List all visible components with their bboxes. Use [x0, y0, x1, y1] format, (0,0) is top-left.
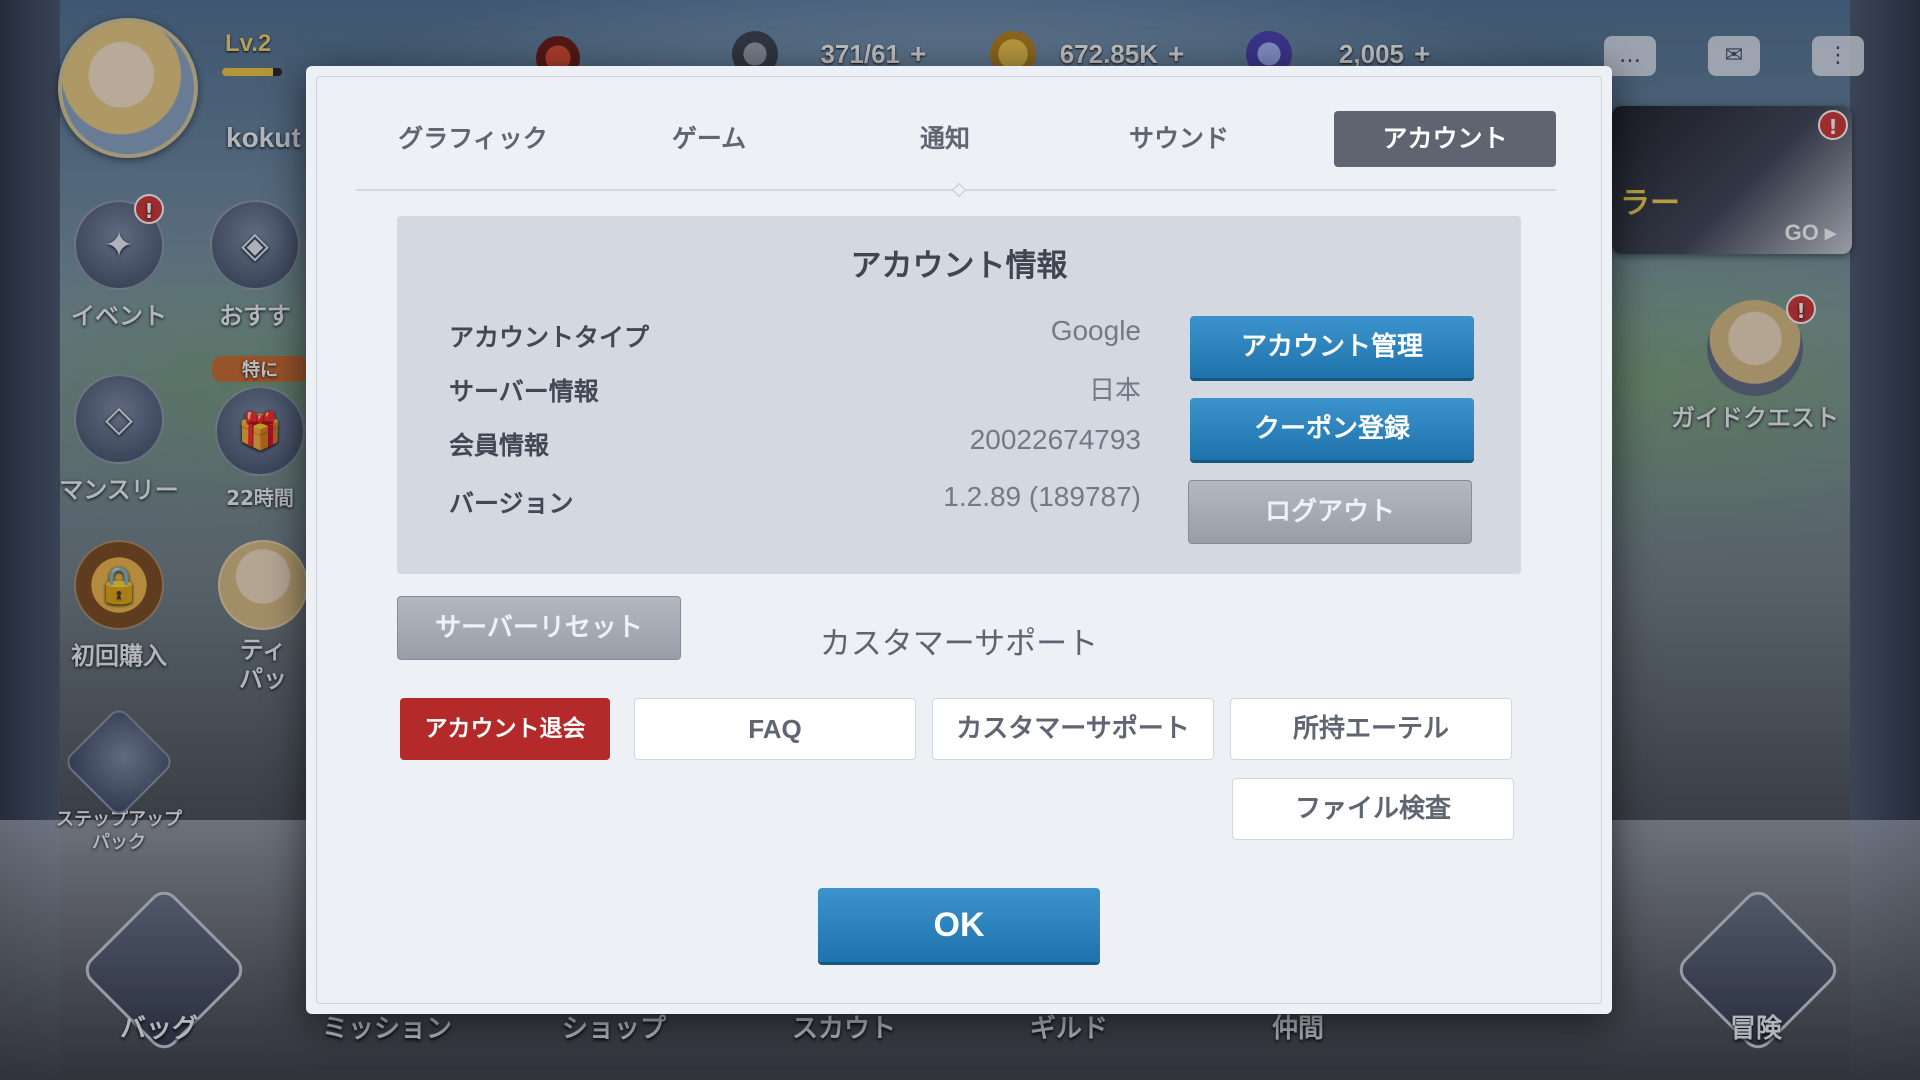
- version-value: 1.2.89 (189787): [943, 481, 1141, 512]
- tab-graphics[interactable]: グラフィック: [362, 111, 584, 167]
- account-info-panel: アカウント情報 アカウントタイプ Google サーバー情報 日本 会員情報 2…: [397, 216, 1521, 574]
- owned-ether-button[interactable]: 所持エーテル: [1230, 698, 1512, 760]
- tab-game[interactable]: ゲーム: [598, 111, 820, 167]
- coupon-register-button[interactable]: クーポン登録: [1190, 398, 1474, 460]
- tab-sound[interactable]: サウンド: [1068, 111, 1290, 167]
- member-info-value: 20022674793: [969, 424, 1141, 455]
- tab-notifications[interactable]: 通知: [834, 111, 1056, 167]
- settings-modal: グラフィック ゲーム 通知 サウンド アカウント アカウント情報 アカウントタイ…: [306, 66, 1612, 1014]
- account-withdraw-button[interactable]: アカウント退会: [400, 698, 610, 760]
- member-info-label: 会員情報: [449, 431, 550, 460]
- tab-account[interactable]: アカウント: [1334, 111, 1556, 167]
- version-label: バージョン: [449, 489, 574, 518]
- settings-tabs: グラフィック ゲーム 通知 サウンド アカウント: [362, 111, 1556, 167]
- tab-divider-ornament: [951, 182, 967, 198]
- customer-support-title: カスタマーサポート: [819, 626, 1099, 662]
- faq-button[interactable]: FAQ: [634, 698, 916, 760]
- account-info-title: アカウント情報: [850, 248, 1068, 284]
- ok-button[interactable]: OK: [818, 888, 1100, 962]
- server-info-label: サーバー情報: [449, 377, 599, 406]
- account-type-value: Google: [1050, 315, 1141, 346]
- logout-button[interactable]: ログアウト: [1188, 480, 1472, 544]
- account-manage-button[interactable]: アカウント管理: [1190, 316, 1474, 378]
- customer-support-button[interactable]: カスタマーサポート: [932, 698, 1214, 760]
- account-type-label: アカウントタイプ: [449, 323, 650, 352]
- file-check-button[interactable]: ファイル検査: [1232, 778, 1514, 840]
- server-info-value: 日本: [1088, 376, 1141, 406]
